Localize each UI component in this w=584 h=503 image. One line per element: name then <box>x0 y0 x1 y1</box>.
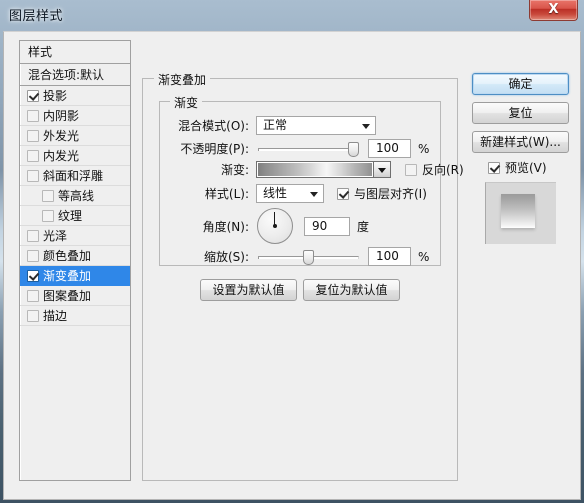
sidebar-item-0[interactable]: 投影 <box>20 86 130 106</box>
title-bar: 图层样式 X <box>0 0 584 31</box>
preview-checkbox-row[interactable]: 预览(V) <box>488 159 547 176</box>
angle-input[interactable]: 90 <box>304 216 350 236</box>
sidebar-item-label: 斜面和浮雕 <box>43 168 104 183</box>
list-item-blend-options[interactable]: 混合选项:默认 <box>20 64 130 86</box>
sidebar-item-label: 颜色叠加 <box>43 248 92 263</box>
sidebar-item-label: 内阴影 <box>43 108 80 123</box>
gradient-style-select[interactable]: 线性 <box>256 184 324 203</box>
chevron-down-icon <box>362 123 370 129</box>
gradient-style-value: 线性 <box>263 186 288 200</box>
style-enable-checkbox[interactable] <box>27 89 39 102</box>
reset-button[interactable]: 复位 <box>472 102 569 124</box>
style-enable-checkbox[interactable] <box>42 209 54 222</box>
gradient-style-label: 样式(L): <box>204 187 249 201</box>
opacity-row: 不透明度(P): 100 % <box>167 139 429 158</box>
preview-thumbnail-swatch <box>501 194 535 228</box>
new-style-button[interactable]: 新建样式(W)... <box>472 131 569 153</box>
opacity-slider-thumb[interactable] <box>348 141 359 157</box>
angle-unit: 度 <box>357 219 370 234</box>
scale-slider[interactable] <box>258 249 359 265</box>
sidebar-item-7[interactable]: 光泽 <box>20 226 130 246</box>
sidebar-item-label: 图案叠加 <box>43 288 92 303</box>
scale-unit: % <box>418 249 430 264</box>
style-enable-checkbox[interactable] <box>27 229 39 242</box>
style-enable-checkbox[interactable] <box>27 269 39 282</box>
style-enable-checkbox[interactable] <box>27 149 39 162</box>
sidebar-item-10[interactable]: 图案叠加 <box>20 286 130 306</box>
gradient-row: 渐变: 反向(R) <box>167 161 464 178</box>
sidebar-item-4[interactable]: 斜面和浮雕 <box>20 166 130 186</box>
gradient-label: 渐变: <box>220 163 249 177</box>
ok-button[interactable]: 确定 <box>472 73 569 95</box>
styles-list-panel: 样式 混合选项:默认 投影内阴影外发光内发光斜面和浮雕等高线纹理光泽颜色叠加渐变… <box>19 40 131 481</box>
scale-row: 缩放(S): 100 % <box>167 247 429 266</box>
sidebar-item-6[interactable]: 纹理 <box>20 206 130 226</box>
sidebar-item-label: 光泽 <box>43 228 68 243</box>
styles-list-header: 样式 <box>20 41 130 64</box>
reverse-checkbox-row[interactable]: 反向(R) <box>405 161 464 178</box>
style-enable-checkbox[interactable] <box>27 309 39 322</box>
blend-mode-value: 正常 <box>263 118 288 132</box>
style-enable-checkbox[interactable] <box>27 249 39 262</box>
sidebar-item-9[interactable]: 渐变叠加 <box>20 266 130 286</box>
scale-slider-thumb[interactable] <box>303 249 314 265</box>
angle-label: 角度(N): <box>202 219 249 234</box>
dialog-client-area: 样式 混合选项:默认 投影 内阴影 外发光 内发光 斜面和浮雕 等高线 纹理 光泽 颜色叠加 渐变… <box>3 31 581 500</box>
style-enable-checkbox[interactable] <box>42 189 54 202</box>
sidebar-item-5[interactable]: 等高线 <box>20 186 130 206</box>
reverse-label: 反向(R) <box>422 163 464 177</box>
blend-mode-row: 混合模式(O): 正常 <box>167 116 376 135</box>
gradient-overlay-group-title: 渐变叠加 <box>154 71 211 88</box>
angle-dial[interactable] <box>257 208 293 244</box>
gradient-picker[interactable] <box>256 161 391 178</box>
angle-row: 角度(N): 90 度 <box>194 208 369 244</box>
preview-label: 预览(V) <box>505 161 547 175</box>
style-enable-checkbox[interactable] <box>27 129 39 142</box>
chevron-down-icon <box>310 191 318 197</box>
opacity-unit: % <box>418 141 430 156</box>
styles-list-items: 投影内阴影外发光内发光斜面和浮雕等高线纹理光泽颜色叠加渐变叠加图案叠加描边 <box>20 86 130 326</box>
align-with-layer-checkbox[interactable] <box>337 187 349 200</box>
style-enable-checkbox[interactable] <box>27 109 39 122</box>
sidebar-item-label: 外发光 <box>43 128 80 143</box>
opacity-label: 不透明度(P): <box>180 142 249 156</box>
gradient-sub-group-title: 渐变 <box>170 94 203 111</box>
style-enable-checkbox[interactable] <box>27 289 39 302</box>
angle-hub-icon <box>273 224 277 228</box>
gradient-swatch[interactable] <box>256 161 374 178</box>
blend-options-label: 混合选项:默认 <box>28 67 105 82</box>
align-layer-checkbox-row[interactable]: 与图层对齐(I) <box>337 185 427 202</box>
sidebar-item-label: 等高线 <box>58 188 95 203</box>
reset-to-default-button[interactable]: 复位为默认值 <box>303 279 400 301</box>
close-icon: X <box>548 2 559 17</box>
scale-label: 缩放(S): <box>203 250 249 264</box>
sidebar-item-label: 纹理 <box>58 208 83 223</box>
gradient-dropdown-button[interactable] <box>374 161 391 178</box>
align-with-layer-label: 与图层对齐(I) <box>354 187 427 201</box>
sidebar-item-2[interactable]: 外发光 <box>20 126 130 146</box>
sidebar-item-label: 投影 <box>43 88 68 103</box>
scale-input[interactable]: 100 <box>368 247 411 266</box>
gradient-style-row: 样式(L): 线性 与图层对齐(I) <box>167 184 427 203</box>
opacity-slider[interactable] <box>258 141 359 157</box>
sidebar-item-1[interactable]: 内阴影 <box>20 106 130 126</box>
layer-style-dialog: 图层样式 X 样式 混合选项:默认 投影内阴影外发光内发光斜面和浮雕等高线纹理光… <box>0 0 584 503</box>
set-as-default-button[interactable]: 设置为默认值 <box>200 279 297 301</box>
blend-mode-label: 混合模式(O): <box>178 119 249 133</box>
sidebar-item-3[interactable]: 内发光 <box>20 146 130 166</box>
blend-mode-select[interactable]: 正常 <box>256 116 376 135</box>
preview-thumbnail-panel <box>485 182 556 244</box>
sidebar-item-label: 描边 <box>43 308 68 323</box>
window-title: 图层样式 <box>9 9 64 24</box>
sidebar-item-11[interactable]: 描边 <box>20 306 130 326</box>
preview-checkbox[interactable] <box>488 161 500 174</box>
close-button[interactable]: X <box>529 0 578 21</box>
sidebar-item-label: 内发光 <box>43 148 80 163</box>
style-enable-checkbox[interactable] <box>27 169 39 182</box>
sidebar-item-label: 渐变叠加 <box>43 268 92 283</box>
reverse-checkbox[interactable] <box>405 163 417 176</box>
sidebar-item-8[interactable]: 颜色叠加 <box>20 246 130 266</box>
opacity-input[interactable]: 100 <box>368 139 411 158</box>
opacity-slider-track <box>258 147 359 151</box>
